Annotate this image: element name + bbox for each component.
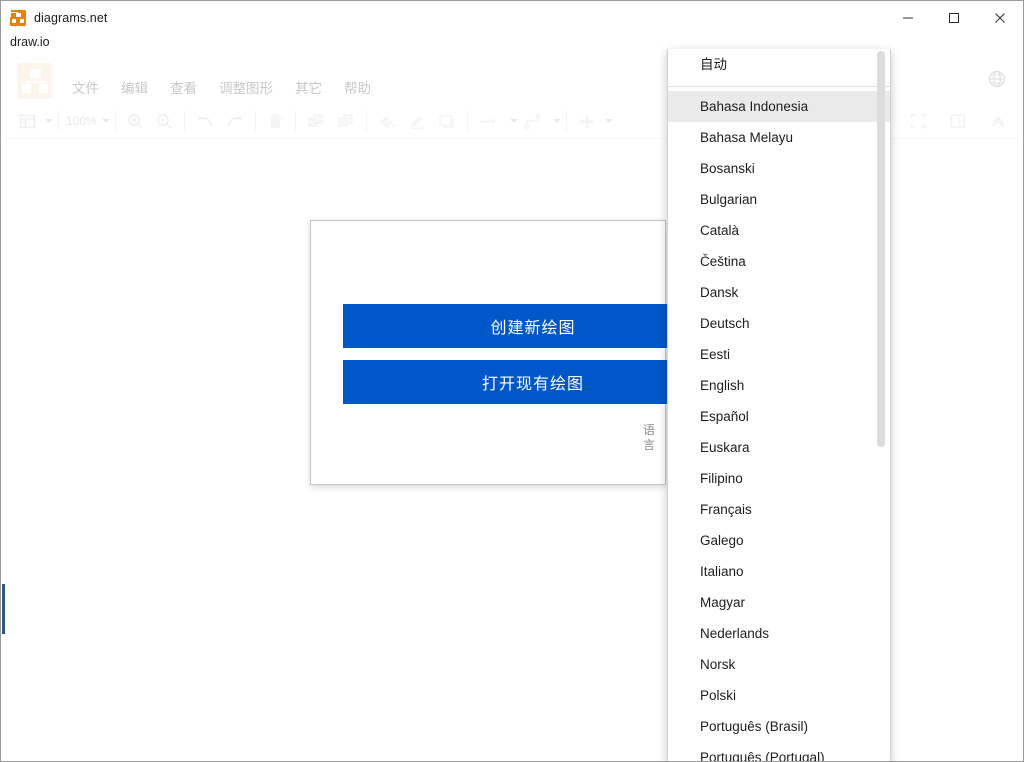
open-existing-diagram-button[interactable]: 打开现有绘图 xyxy=(343,360,723,404)
menu-item-help[interactable]: 帮助 xyxy=(344,77,371,97)
insert-plus-icon[interactable] xyxy=(572,108,602,134)
send-to-back-icon[interactable] xyxy=(331,108,361,134)
language-option-italiano[interactable]: Italiano xyxy=(668,556,890,587)
title-bar: diagrams.net xyxy=(1,1,1023,35)
toolbar-separator xyxy=(365,111,367,131)
connection-caret-icon[interactable] xyxy=(509,119,518,123)
splash-dialog: 创建新绘图 打开现有绘图 语言 xyxy=(310,220,723,485)
language-option-polski[interactable]: Polski xyxy=(668,680,890,711)
zoom-caret-icon[interactable] xyxy=(101,119,110,123)
toolbar-separator xyxy=(466,111,468,131)
app-subtitle: draw.io xyxy=(10,35,50,49)
connection-arrow-icon[interactable] xyxy=(473,108,507,134)
language-option-magyar[interactable]: Magyar xyxy=(668,587,890,618)
toolbar-separator xyxy=(565,111,567,131)
diagrams-net-logo-icon xyxy=(10,10,26,26)
bring-to-front-icon[interactable] xyxy=(301,108,331,134)
language-option-nederlands[interactable]: Nederlands xyxy=(668,618,890,649)
language-option-portugues-portugal[interactable]: Português (Portugal) xyxy=(668,742,890,761)
language-option-english[interactable]: English xyxy=(668,370,890,401)
app-window: diagrams.net draw.io 文件 编辑 查看 调整图形 其它 帮助… xyxy=(0,0,1024,762)
shadow-icon[interactable] xyxy=(432,108,462,134)
fill-color-icon[interactable] xyxy=(372,108,402,134)
undo-icon[interactable] xyxy=(190,108,220,134)
language-option-catala[interactable]: Català xyxy=(668,215,890,246)
language-option-bahasa-indonesia[interactable]: Bahasa Indonesia xyxy=(668,91,890,122)
toolbar-right-group xyxy=(904,104,1012,138)
toolbar-separator xyxy=(254,111,256,131)
language-option-bulgarian[interactable]: Bulgarian xyxy=(668,184,890,215)
zoom-in-icon[interactable] xyxy=(121,108,150,134)
waypoints-icon[interactable] xyxy=(518,108,550,134)
toolbar-separator xyxy=(294,111,296,131)
language-option-eesti[interactable]: Eesti xyxy=(668,339,890,370)
language-option-bahasa-melayu[interactable]: Bahasa Melayu xyxy=(668,122,890,153)
editor-logo-icon xyxy=(17,63,53,99)
waypoints-caret-icon[interactable] xyxy=(552,119,561,123)
layout-view-caret-icon[interactable] xyxy=(45,119,53,123)
language-option-norsk[interactable]: Norsk xyxy=(668,649,890,680)
language-option-francais[interactable]: Français xyxy=(668,494,890,525)
menu-item-extras[interactable]: 其它 xyxy=(295,77,322,97)
toolbar-separator xyxy=(183,111,185,131)
menu-item-file[interactable]: 文件 xyxy=(72,77,99,97)
globe-icon[interactable] xyxy=(988,70,1006,88)
language-option-espanol[interactable]: Español xyxy=(668,401,890,432)
menu-item-arrange[interactable]: 调整图形 xyxy=(219,77,273,97)
redo-icon[interactable] xyxy=(220,108,250,134)
format-panel-icon[interactable] xyxy=(944,108,972,134)
create-new-diagram-button[interactable]: 创建新绘图 xyxy=(343,304,723,348)
dropdown-separator xyxy=(668,86,890,87)
language-option-deutsch[interactable]: Deutsch xyxy=(668,308,890,339)
insert-caret-icon[interactable] xyxy=(604,119,613,123)
layout-view-icon[interactable] xyxy=(13,108,42,134)
line-color-icon[interactable] xyxy=(402,108,432,134)
language-list: 自动 Bahasa Indonesia Bahasa Melayu Bosans… xyxy=(668,49,890,761)
toolbar-separator xyxy=(114,111,116,131)
zoom-level-label[interactable]: 100% xyxy=(64,114,99,128)
menu-item-edit[interactable]: 编辑 xyxy=(121,77,148,97)
language-option-bosanski[interactable]: Bosanski xyxy=(668,153,890,184)
minimize-button[interactable] xyxy=(885,1,931,35)
language-option-portugues-brasil[interactable]: Português (Brasil) xyxy=(668,711,890,742)
menu-item-view[interactable]: 查看 xyxy=(170,77,197,97)
window-title: diagrams.net xyxy=(34,11,108,25)
fullscreen-icon[interactable] xyxy=(904,108,932,134)
toolbar-separator xyxy=(58,111,59,131)
dropdown-scrollbar-thumb[interactable] xyxy=(877,51,885,447)
language-option-filipino[interactable]: Filipino xyxy=(668,463,890,494)
language-option-galego[interactable]: Galego xyxy=(668,525,890,556)
window-controls xyxy=(885,1,1023,35)
language-option-cestina[interactable]: Čeština xyxy=(668,246,890,277)
title-bar-left: diagrams.net xyxy=(1,1,885,35)
maximize-button[interactable] xyxy=(931,1,977,35)
language-dropdown[interactable]: 自动 Bahasa Indonesia Bahasa Melayu Bosans… xyxy=(667,49,891,761)
chevron-up-icon[interactable] xyxy=(984,108,1012,134)
menu-items: 文件 编辑 查看 调整图形 其它 帮助 xyxy=(72,77,371,97)
language-link[interactable]: 语言 xyxy=(637,423,655,453)
language-option-dansk[interactable]: Dansk xyxy=(668,277,890,308)
dropdown-scrollbar[interactable] xyxy=(877,49,885,761)
language-option-auto[interactable]: 自动 xyxy=(668,49,890,81)
language-option-euskara[interactable]: Euskara xyxy=(668,432,890,463)
close-button[interactable] xyxy=(977,1,1023,35)
left-edge-accent xyxy=(2,584,5,634)
zoom-out-icon[interactable] xyxy=(150,108,179,134)
trash-icon[interactable] xyxy=(261,108,290,134)
